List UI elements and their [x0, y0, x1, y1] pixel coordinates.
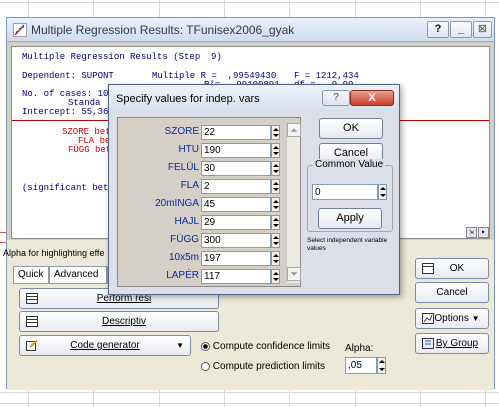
var-input-hajl[interactable] — [201, 215, 271, 230]
var-spinner-20minga[interactable] — [271, 197, 280, 212]
dropdown-arrow-icon: ▼ — [176, 341, 184, 350]
help-button[interactable]: ? — [427, 21, 449, 38]
variables-scrollbar[interactable] — [286, 123, 301, 283]
ok-button[interactable]: OK — [415, 258, 489, 279]
pane-split-icon[interactable]: ⇲ — [466, 227, 477, 238]
dialog-ok-button[interactable]: OK — [319, 118, 383, 139]
radio-unselected-icon — [201, 361, 210, 371]
alpha-input[interactable]: ,05 — [345, 357, 377, 374]
var-spinner-hajl[interactable] — [271, 215, 280, 230]
table-icon — [26, 316, 38, 327]
window-title: Multiple Regression Results: TFunisex200… — [31, 23, 295, 37]
common-value-label: Common Value — [313, 159, 386, 170]
chart-icon — [422, 313, 434, 324]
dialog-help-button[interactable]: ? — [322, 90, 350, 106]
code-generator-label: Code generator — [70, 340, 140, 351]
significant-betas-note: (significant betas — [22, 183, 120, 193]
results-heading: Multiple Regression Results (Step 9) — [22, 52, 222, 62]
app-icon — [13, 23, 27, 37]
pane-scroll-icon[interactable]: ▸ — [478, 227, 489, 238]
scroll-down-icon[interactable] — [287, 267, 301, 281]
ok-button-label: OK — [449, 263, 465, 274]
var-input-20minga[interactable] — [201, 197, 271, 212]
var-label-fugg: FÜGG — [170, 234, 199, 245]
var-label-fla: FLA — [180, 180, 199, 191]
table-icon — [422, 263, 434, 274]
var-label-hajl: HAJL — [174, 216, 199, 227]
var-label-szore: SZORE — [164, 126, 199, 137]
dropdown-arrow-icon: ▼ — [471, 314, 480, 323]
var-spinner-fla[interactable] — [271, 179, 280, 194]
independent-variables-list: SZORE HTU FELÜL FLA 20mINGA HAJL FÜGG 10… — [117, 117, 301, 287]
radio-compute-prediction[interactable]: Compute prediction limits — [201, 361, 325, 372]
common-value-input[interactable] — [312, 184, 378, 200]
radio-selected-icon — [201, 341, 210, 351]
radio-compute-confidence[interactable]: Compute confidence limits — [201, 341, 330, 352]
var-spinner-htu[interactable] — [271, 143, 280, 158]
minimize-button[interactable]: _ — [450, 21, 472, 38]
var-spinner-10x5m[interactable] — [271, 251, 280, 266]
arrow-down-icon — [290, 272, 298, 276]
options-button[interactable]: Options ▼ — [415, 308, 489, 329]
tab-quick[interactable]: Quick — [13, 266, 49, 284]
results-window-titlebar[interactable]: Multiple Regression Results: TFunisex200… — [7, 18, 494, 42]
alpha-highlight-label: Alpha for highlighting effe — [3, 248, 105, 258]
var-input-fla[interactable] — [201, 179, 271, 194]
select-values-note: Select independent variable values — [307, 237, 388, 252]
arrow-up-icon — [290, 128, 298, 132]
common-value-spinner[interactable] — [378, 184, 387, 200]
var-input-szore[interactable] — [201, 125, 271, 140]
compute-confidence-label: Compute confidence limits — [212, 341, 331, 352]
var-input-htu[interactable] — [201, 143, 271, 158]
specify-values-dialog: Specify values for indep. vars ? X SZORE… — [108, 84, 400, 295]
var-label-htu: HTU — [178, 144, 199, 155]
alpha-spinner[interactable] — [377, 357, 386, 374]
var-input-10x5m[interactable] — [201, 251, 271, 266]
var-input-fugg[interactable] — [201, 233, 271, 248]
close-button[interactable]: ⊠ — [473, 21, 492, 38]
scroll-up-icon[interactable] — [287, 123, 301, 137]
tab-advanced[interactable]: Advanced — [49, 266, 107, 284]
common-value-group: Common Value Apply — [307, 159, 393, 232]
cancel-button[interactable]: Cancel — [415, 282, 489, 303]
dialog-title: Specify values for indep. vars — [116, 93, 260, 105]
var-label-laper: LAPÉR — [166, 270, 199, 281]
var-input-felul[interactable] — [201, 161, 271, 176]
table-icon — [26, 293, 38, 304]
descriptive-statistics-button[interactable]: Descriptiv — [19, 311, 219, 332]
var-label-felul: FELÜL — [167, 162, 199, 173]
var-spinner-szore[interactable] — [271, 125, 280, 140]
alpha-label: Alpha: — [345, 343, 374, 354]
var-spinner-fugg[interactable] — [271, 233, 280, 248]
dependent-line: Dependent: SUPONT — [22, 71, 114, 81]
apply-button[interactable]: Apply — [318, 208, 382, 229]
code-generator-button[interactable]: Code generator ▼ — [19, 335, 191, 356]
compute-prediction-label: Compute prediction limits — [212, 361, 326, 372]
dialog-close-button[interactable]: X — [350, 90, 394, 106]
dialog-titlebar[interactable]: Specify values for indep. vars ? X — [109, 85, 399, 111]
var-input-laper[interactable] — [201, 269, 271, 284]
var-label-20minga: 20mINGA — [155, 198, 199, 209]
var-label-10x5m: 10x5m — [168, 252, 199, 263]
var-spinner-felul[interactable] — [271, 161, 280, 176]
group-icon — [422, 338, 434, 349]
edit-icon — [26, 340, 38, 351]
var-spinner-laper[interactable] — [271, 269, 280, 284]
by-group-button[interactable]: By Group — [415, 333, 489, 354]
descriptive-button-label: Descriptiv — [102, 316, 146, 327]
